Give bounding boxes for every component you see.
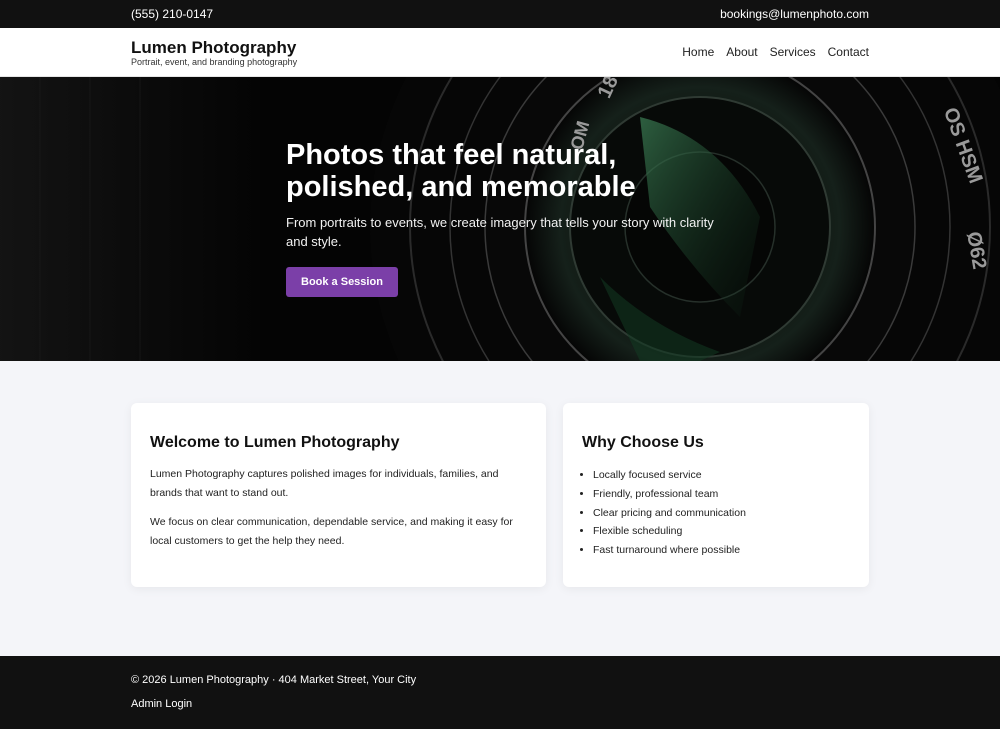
welcome-card: Welcome to Lumen Photography Lumen Photo… xyxy=(131,403,546,587)
hero-title-line-2: polished, and memorable xyxy=(286,171,636,203)
footer-copyright: © 2026 Lumen Photography · 404 Market St… xyxy=(131,674,417,686)
list-item: Fast turnaround where possible xyxy=(593,541,746,560)
phone-number: (555) 210-0147 xyxy=(131,7,214,21)
nav-about[interactable]: About xyxy=(726,45,757,59)
list-item: Flexible scheduling xyxy=(593,522,746,541)
hero-title-line-1: Photos that feel natural, xyxy=(286,139,617,171)
hero-title: Photos that feel natural, polished, and … xyxy=(286,139,716,203)
hero-section: 18 OS HSM Ø62 OM Photos that feel natura… xyxy=(0,77,1000,361)
list-item: Clear pricing and communication xyxy=(593,504,746,523)
brand-name: Lumen Photography xyxy=(131,38,297,57)
site-header: Lumen Photography Portrait, event, and b… xyxy=(0,28,1000,77)
list-item: Friendly, professional team xyxy=(593,485,746,504)
nav-home[interactable]: Home xyxy=(682,45,714,59)
nav-services[interactable]: Services xyxy=(770,45,816,59)
brand-tagline: Portrait, event, and branding photograph… xyxy=(131,57,298,67)
email-address: bookings@lumenphoto.com xyxy=(720,7,869,21)
benefits-list: Locally focused service Friendly, profes… xyxy=(593,466,746,560)
why-choose-us-card: Why Choose Us Locally focused service Fr… xyxy=(563,403,869,587)
why-choose-us-heading: Why Choose Us xyxy=(582,434,704,451)
welcome-paragraph-2: We focus on clear communication, dependa… xyxy=(150,516,513,547)
hero-subtitle: From portraits to events, we create imag… xyxy=(286,215,714,249)
admin-login-link[interactable]: Admin Login xyxy=(131,698,192,710)
book-session-button[interactable]: Book a Session xyxy=(286,267,398,297)
main-nav: Home About Services Contact xyxy=(682,45,869,59)
welcome-paragraph-1: Lumen Photography captures polished imag… xyxy=(150,468,499,499)
nav-contact[interactable]: Contact xyxy=(828,45,869,59)
brand: Lumen Photography Portrait, event, and b… xyxy=(131,38,297,68)
welcome-heading: Welcome to Lumen Photography xyxy=(150,434,400,451)
hero-content: Photos that feel natural, polished, and … xyxy=(286,139,716,297)
list-item: Locally focused service xyxy=(593,466,746,485)
top-bar: (555) 210-0147 bookings@lumenphoto.com xyxy=(0,0,1000,28)
site-footer: © 2026 Lumen Photography · 404 Market St… xyxy=(0,656,1000,729)
